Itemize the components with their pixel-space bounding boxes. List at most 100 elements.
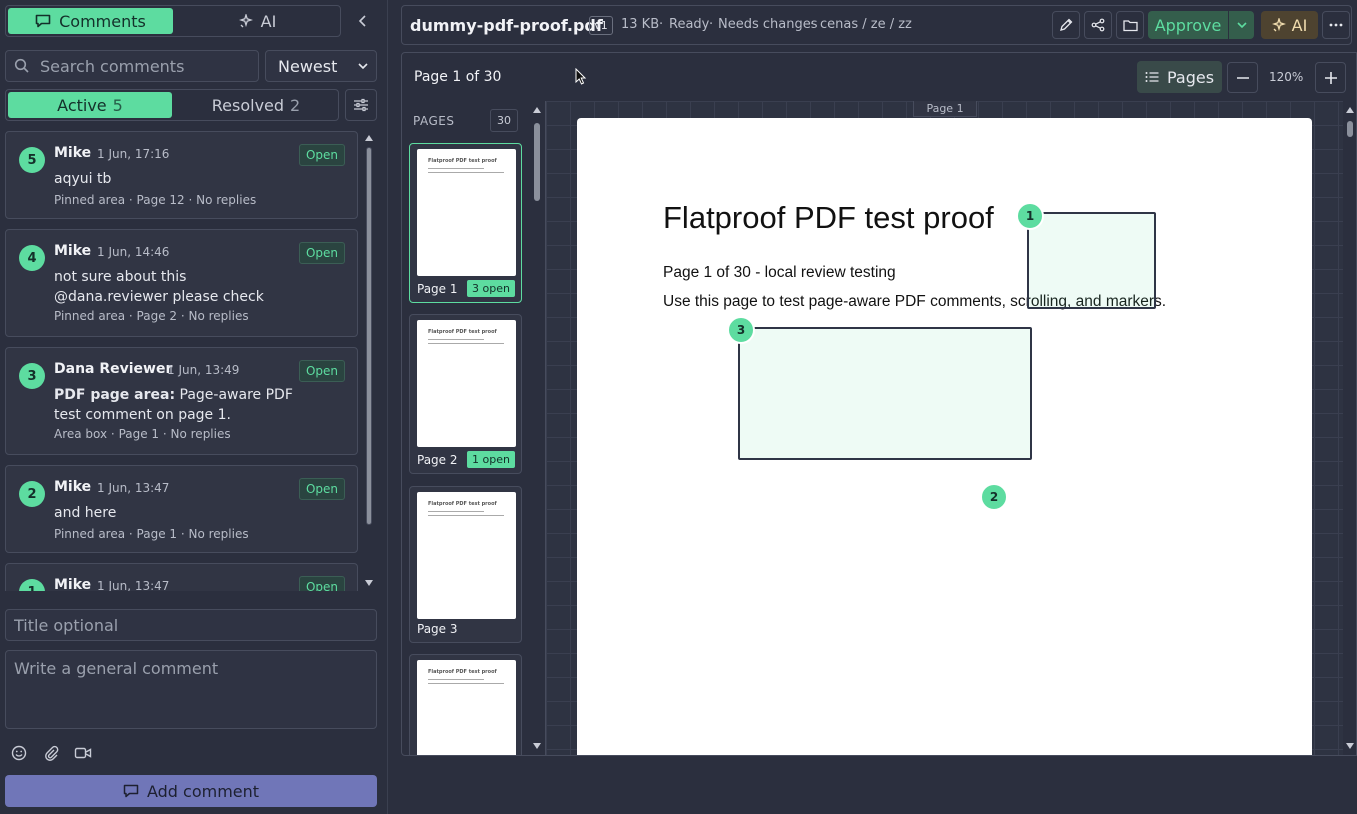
emoji-icon (11, 745, 27, 761)
plus-icon (1324, 71, 1337, 84)
thumbnail-preview: Flatproof PDF test proof (417, 320, 516, 447)
sliders-icon (354, 98, 368, 112)
comment-author: Dana Reviewer (54, 361, 173, 377)
video-icon (74, 747, 92, 759)
pages-toggle-button[interactable]: Pages (1137, 61, 1222, 93)
page-canvas[interactable]: Page 1 Flatproof PDF test proof Page 1 o… (546, 101, 1343, 755)
more-button[interactable] (1322, 11, 1350, 39)
review-status: Needs changes (718, 17, 818, 32)
pencil-icon (1060, 18, 1073, 31)
thumbnail-text-line (428, 679, 484, 680)
list-icon (1145, 72, 1159, 82)
approve-button[interactable]: Approve (1148, 11, 1228, 39)
zoom-level: 120% (1269, 70, 1304, 84)
thumbnail-page-4[interactable]: Flatproof PDF test proof (409, 654, 522, 755)
collapse-sidebar-button[interactable] (350, 8, 376, 34)
comment-title-input[interactable] (5, 609, 377, 641)
tab-ai[interactable]: AI (175, 6, 340, 36)
thumbnail-page-1[interactable]: Flatproof PDF test proof Page 1 3 open (409, 143, 522, 303)
scroll-up-icon[interactable] (1346, 107, 1354, 113)
thumbnail-heading: Flatproof PDF test proof (428, 501, 497, 507)
status-badge: Open (298, 576, 345, 591)
comment-pin[interactable]: 2 (980, 483, 1008, 511)
comment-card[interactable]: 1 Mike 1 Jun, 13:47 Open (5, 563, 358, 591)
comment-number: 1 (19, 579, 45, 591)
filter-resolved-label: Resolved (211, 95, 285, 115)
pdf-heading: Flatproof PDF test proof (663, 200, 994, 235)
scrollbar-thumb[interactable] (1347, 121, 1353, 137)
scroll-down-icon[interactable] (365, 580, 373, 586)
ai-label: AI (1291, 15, 1308, 35)
thumbnails-scrollbar[interactable] (532, 105, 542, 755)
thumbnail-heading: Flatproof PDF test proof (428, 329, 497, 335)
status-filter: Active 5 Resolved 2 (5, 89, 339, 121)
zoom-in-button[interactable] (1315, 62, 1346, 93)
scrollbar-thumb[interactable] (534, 123, 540, 201)
comment-card[interactable]: 5 Mike 1 Jun, 17:16 Open aqyui tb Pinned… (5, 131, 358, 219)
zoom-out-button[interactable] (1227, 62, 1258, 93)
separator: · (810, 17, 815, 32)
comment-author: Mike (54, 145, 92, 161)
canvas-scrollbar[interactable] (1345, 105, 1355, 755)
comment-pin[interactable]: 3 (727, 316, 755, 344)
folder-button[interactable] (1116, 11, 1144, 39)
thumbnail-page-3[interactable]: Flatproof PDF test proof Page 3 (409, 486, 522, 643)
comment-body: not sure about this @dana.reviewer pleas… (54, 267, 304, 307)
comment-card[interactable]: 3 Dana Reviewer 1 Jun, 13:49 Open PDF pa… (5, 347, 358, 455)
video-button[interactable] (74, 744, 92, 762)
thumbnail-page-2[interactable]: Flatproof PDF test proof Page 2 1 open (409, 314, 522, 474)
edit-button[interactable] (1052, 11, 1080, 39)
tab-comments[interactable]: Comments (8, 8, 173, 34)
comment-meta: Area box · Page 1 · No replies (54, 427, 231, 441)
file-header: dummy-pdf-proof.pdf v1 13 KB · Ready · N… (401, 5, 1352, 45)
attach-button[interactable] (42, 744, 60, 762)
status-badge: Open (298, 242, 345, 264)
separator: · (659, 17, 664, 32)
emoji-button[interactable] (10, 744, 28, 762)
pages-label: Pages (1166, 67, 1215, 87)
page-indicator: Page 1 of 30 (414, 69, 502, 85)
comment-card[interactable]: 2 Mike 1 Jun, 13:47 Open and here Pinned… (5, 465, 358, 553)
add-comment-label: Add comment (146, 781, 260, 801)
thumbnail-label: Page 1 (417, 282, 458, 296)
sort-select[interactable]: Newest (265, 50, 377, 82)
approve-dropdown-button[interactable] (1229, 11, 1254, 39)
version-badge[interactable]: v1 (589, 16, 613, 35)
scroll-up-icon[interactable] (365, 135, 373, 141)
tab-comments-label: Comments (59, 11, 146, 31)
comment-area-box[interactable] (738, 327, 1032, 460)
comment-body: and here (54, 503, 304, 523)
thumbnail-preview: Flatproof PDF test proof (417, 492, 516, 619)
open-count-badge: 3 open (467, 280, 515, 297)
share-button[interactable] (1084, 11, 1112, 39)
comment-textarea[interactable] (5, 650, 377, 729)
file-path[interactable]: cenas / ze / zz (820, 17, 912, 32)
comment-time: 1 Jun, 13:49 (167, 363, 240, 377)
scrollbar-thumb[interactable] (366, 147, 372, 525)
status-badge: Open (298, 144, 345, 166)
pdf-page[interactable]: Flatproof PDF test proof Page 1 of 30 - … (577, 118, 1312, 755)
ai-button[interactable]: AI (1261, 11, 1318, 39)
scroll-up-icon[interactable] (533, 107, 541, 113)
filter-settings-button[interactable] (345, 89, 377, 121)
comment-time: 1 Jun, 13:47 (97, 481, 170, 495)
add-comment-button[interactable]: Add comment (5, 775, 377, 807)
scroll-down-icon[interactable] (533, 743, 541, 749)
open-count-badge: 1 open (467, 451, 515, 468)
comment-pin[interactable]: 1 (1016, 202, 1044, 230)
comment-icon (123, 784, 139, 798)
comment-text: not sure about this @dana.reviewer pleas… (54, 269, 264, 305)
thumbnail-text-line (428, 339, 484, 340)
comment-card[interactable]: 4 Mike 1 Jun, 14:46 Open not sure about … (5, 229, 358, 337)
comment-number: 4 (19, 245, 45, 271)
scroll-down-icon[interactable] (1346, 743, 1354, 749)
comment-list-scrollbar[interactable] (363, 131, 375, 591)
comment-time: 1 Jun, 14:46 (97, 245, 170, 259)
thumbnail-heading: Flatproof PDF test proof (428, 158, 497, 164)
filter-active[interactable]: Active 5 (8, 92, 172, 118)
comment-area-box[interactable] (1027, 212, 1156, 309)
page-count-badge: 30 (490, 109, 518, 132)
search-input[interactable] (40, 56, 250, 76)
filter-resolved[interactable]: Resolved 2 (174, 90, 338, 120)
thumbnail-preview: Flatproof PDF test proof (417, 660, 516, 755)
